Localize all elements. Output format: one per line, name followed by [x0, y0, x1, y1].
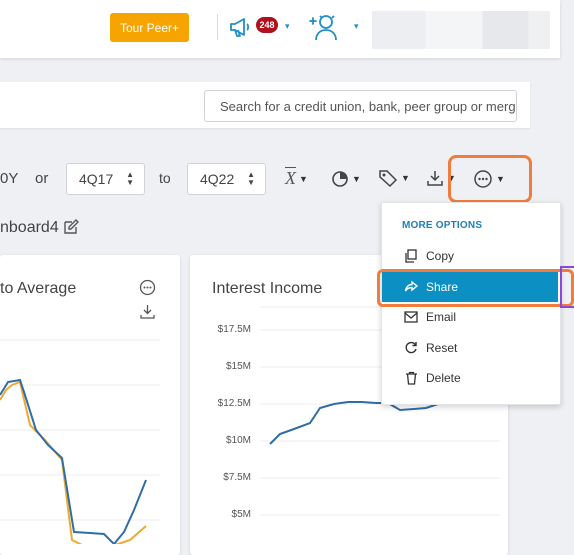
select-updown-icon: ▲ ▼ — [126, 170, 134, 187]
header-divider — [217, 14, 218, 40]
edit-icon[interactable] — [62, 218, 80, 241]
y-tick-label: $7.5M — [223, 472, 251, 483]
menu-item-delete[interactable]: Delete — [382, 363, 558, 393]
to-period-value: 4Q22 — [200, 171, 235, 187]
caret-down-icon: ▼ — [299, 173, 308, 184]
left-card-title: to Average — [0, 280, 77, 297]
trash-icon — [403, 371, 419, 385]
interest-income-series — [269, 401, 439, 445]
share-highlight — [377, 269, 574, 307]
search-input[interactable] — [204, 90, 517, 122]
to-label: to — [159, 170, 171, 186]
x-bar-icon: X — [285, 168, 296, 188]
tag-button[interactable]: ▼ — [378, 168, 410, 188]
left-chart-gridlines — [0, 339, 160, 521]
pie-chart-icon — [332, 171, 348, 187]
download-icon — [427, 171, 443, 186]
advisor-icon[interactable] — [308, 12, 340, 42]
y-tick-label: $15M — [225, 361, 251, 372]
more-options-highlight — [448, 155, 532, 203]
period-option-label[interactable]: 0Y — [0, 170, 18, 187]
from-period-select[interactable]: 4Q17 ▲ ▼ — [66, 163, 145, 195]
chart-type-button[interactable]: ▼ — [331, 170, 361, 188]
card-more-icon[interactable] — [139, 279, 156, 301]
menu-item-label: Reset — [426, 341, 458, 355]
menu-item-copy[interactable]: Copy — [382, 241, 558, 271]
reset-icon — [403, 341, 419, 355]
card-download-icon[interactable] — [139, 303, 156, 325]
caret-down-icon: ▼ — [401, 173, 410, 183]
menu-item-label: Copy — [426, 249, 455, 263]
menu-item-label: Email — [426, 310, 457, 324]
or-label: or — [35, 170, 49, 187]
notification-badge: 248 — [256, 17, 278, 33]
notifications-caret-icon[interactable]: ▾ — [285, 21, 290, 32]
dashboard-title: nboard4 — [0, 219, 59, 237]
copy-icon — [403, 249, 419, 263]
more-options-header: MORE OPTIONS — [402, 220, 483, 231]
tag-icon — [379, 170, 398, 188]
menu-item-reset[interactable]: Reset — [382, 333, 558, 363]
dashboard-name: nboard4 — [0, 219, 59, 236]
megaphone-icon[interactable] — [228, 15, 252, 39]
annotation-connector — [560, 266, 574, 308]
average-toggle-button[interactable]: X ▼ — [285, 168, 308, 189]
select-updown-icon: ▲ ▼ — [247, 170, 255, 187]
left-line-chart — [0, 339, 160, 544]
email-icon — [403, 311, 419, 323]
y-tick-label: $10M — [225, 435, 251, 446]
from-period-value: 4Q17 — [79, 171, 114, 187]
left-series-blue — [0, 378, 147, 544]
menu-item-label: Delete — [426, 371, 461, 385]
y-tick-label: $17.5M — [217, 324, 251, 335]
to-period-select[interactable]: 4Q22 ▲ ▼ — [187, 163, 266, 195]
tour-peer-button[interactable]: Tour Peer+ — [110, 13, 189, 42]
y-tick-label: $5M — [231, 509, 251, 520]
caret-down-icon: ▼ — [352, 174, 361, 184]
advisor-caret-icon[interactable]: ▾ — [354, 21, 359, 32]
y-tick-label: $12.5M — [217, 398, 251, 409]
user-profile-area[interactable] — [372, 11, 550, 49]
interest-income-title: Interest Income — [212, 280, 323, 297]
